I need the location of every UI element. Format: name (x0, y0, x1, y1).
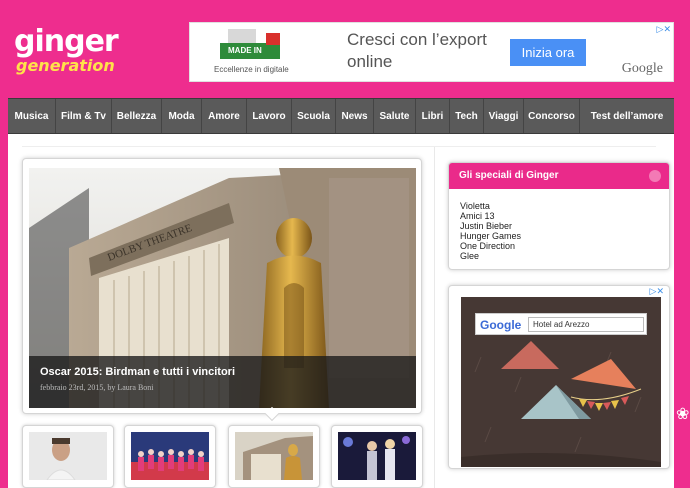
specials-item-glee[interactable]: Glee (460, 251, 521, 261)
thumbnail-3-active[interactable] (228, 425, 320, 488)
nav-item-salute[interactable]: Salute (374, 99, 416, 133)
specials-item-violetta[interactable]: Violetta (460, 201, 521, 211)
badge-subtitle: Eccellenze in digitale (214, 65, 289, 74)
thumbnail-image (29, 432, 107, 480)
specials-widget: Gli speciali di Ginger Violetta Amici 13… (448, 162, 670, 270)
sidebar-ad[interactable]: Google Hotel ad Arezzo ▷✕ (448, 285, 670, 469)
nav-item-libri[interactable]: Libri (416, 99, 450, 133)
nav-item-film-tv[interactable]: Film & Tv (56, 99, 112, 133)
nav-item-moda[interactable]: Moda (162, 99, 202, 133)
specials-list: Violetta Amici 13 Justin Bieber Hunger G… (460, 201, 521, 261)
google-logo: Google (480, 318, 522, 332)
featured-meta: febbraio 23rd, 2015, by Laura Boni (40, 383, 154, 392)
specials-item-amici-13[interactable]: Amici 13 (460, 211, 521, 221)
ad-google-label: Google (621, 61, 663, 76)
nav-item-concorso[interactable]: Concorso (524, 99, 580, 133)
nav-item-tech[interactable]: Tech (450, 99, 484, 133)
google-search-bar[interactable]: Google Hotel ad Arezzo (475, 313, 647, 335)
specials-item-justin-bieber[interactable]: Justin Bieber (460, 221, 521, 231)
butterfly-decoration-icon: ❀ (676, 406, 690, 423)
nav-item-musica[interactable]: Musica (8, 99, 56, 133)
nav-item-news[interactable]: News (336, 99, 374, 133)
site-logo[interactable]: ginger generation (12, 26, 122, 86)
thumbnail-1[interactable] (22, 425, 114, 488)
featured-article[interactable]: DOLBY THEATRE Oscar 2015: Birdman e tutt… (22, 158, 422, 422)
ad-choices-icon[interactable]: ▷✕ (657, 24, 671, 35)
logo-text-generation: generation (16, 56, 115, 75)
ad-search-query[interactable]: Hotel ad Arezzo (528, 317, 644, 332)
specials-header: Gli speciali di Ginger (449, 163, 669, 189)
main-navigation: Musica Film & Tv Bellezza Moda Amore Lav… (8, 98, 674, 134)
specials-item-one-direction[interactable]: One Direction (460, 241, 521, 251)
ad-cta-button[interactable]: Inizia ora (510, 39, 586, 66)
nav-item-amore[interactable]: Amore (202, 99, 247, 133)
top-banner-ad[interactable]: MADE IN ITALY Eccellenze in digitale Cre… (189, 22, 674, 82)
sidebar-ad-creative[interactable]: Google Hotel ad Arezzo (461, 297, 661, 467)
ad-choices-icon[interactable]: ▷✕ (647, 286, 666, 297)
thumbnail-image (235, 432, 313, 480)
nav-item-test-dellamore[interactable]: Test dell’amore (580, 99, 674, 133)
ad-message: Cresci con l’export online (347, 30, 487, 71)
thumbnail-image (131, 432, 209, 480)
nav-item-lavoro[interactable]: Lavoro (247, 99, 292, 133)
thumbnail-4[interactable] (331, 425, 423, 488)
content-divider (22, 146, 656, 147)
nav-item-bellezza[interactable]: Bellezza (112, 99, 162, 133)
specials-title: Gli speciali di Ginger (459, 170, 559, 181)
nav-item-scuola[interactable]: Scuola (292, 99, 336, 133)
thumbnail-image (338, 432, 416, 480)
nav-item-viaggi[interactable]: Viaggi (484, 99, 524, 133)
featured-image[interactable]: DOLBY THEATRE Oscar 2015: Birdman e tutt… (29, 168, 416, 408)
featured-title[interactable]: Oscar 2015: Birdman e tutti i vincitori (40, 366, 235, 378)
thumbnail-2[interactable] (124, 425, 216, 488)
specials-item-hunger-games[interactable]: Hunger Games (460, 231, 521, 241)
featured-caption: Oscar 2015: Birdman e tutti i vincitori … (29, 356, 416, 408)
logo-text-ginger: ginger (14, 24, 119, 59)
made-in-italy-badge: MADE IN ITALY (220, 29, 280, 67)
column-divider (434, 147, 435, 488)
widget-toggle-icon[interactable] (649, 170, 661, 182)
